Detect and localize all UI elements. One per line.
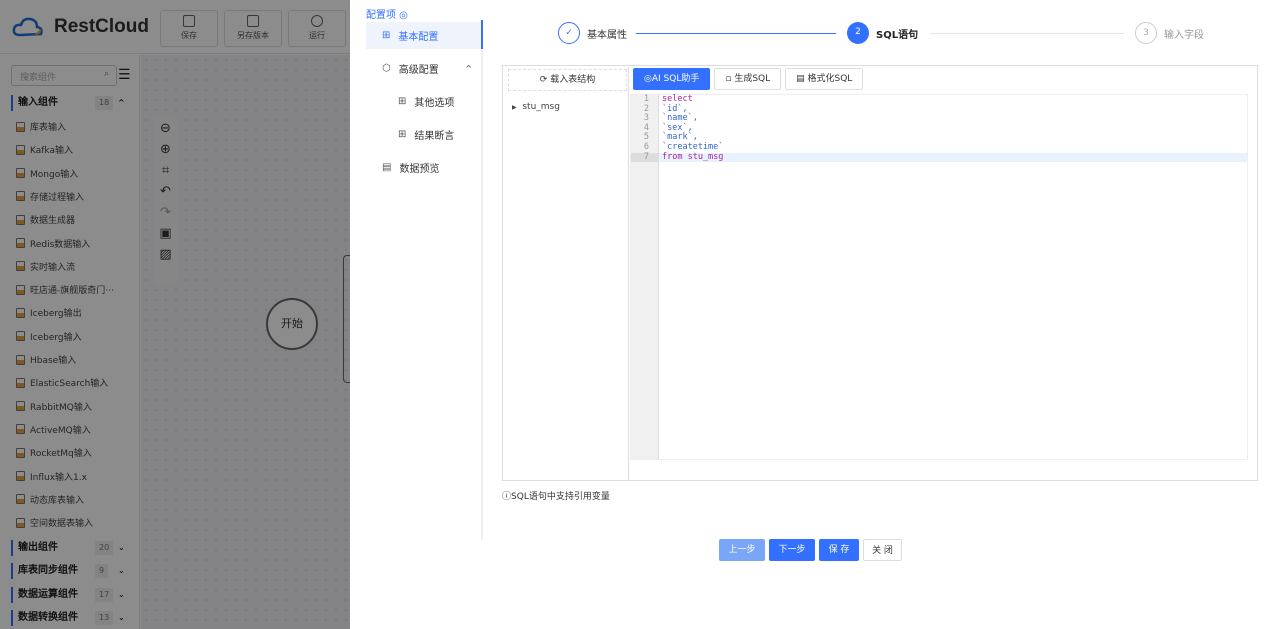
check-icon: ✓ — [558, 22, 580, 44]
footer-actions: 上一步 下一步 保 存 关 闭 — [719, 539, 902, 561]
sql-editor[interactable]: 1234567 select `id`, `name`, `sex`, `mark`, `… — [630, 94, 1248, 460]
prev-button[interactable]: 上一步 — [719, 539, 765, 561]
code-line: select — [662, 94, 693, 104]
close-button[interactable]: 关 闭 — [863, 539, 902, 561]
code-line: `mark`, — [662, 132, 698, 143]
menu-basic-config[interactable]: ⊞ 基本配置 — [366, 22, 482, 49]
code-line: `id`, — [662, 103, 688, 114]
code-line: from stu_msg — [659, 152, 1247, 163]
line-number: 7 — [631, 152, 658, 163]
menu-divider — [481, 20, 483, 540]
save-button[interactable]: 保 存 — [819, 539, 859, 561]
config-title: 配置项 ◎ — [366, 10, 408, 21]
code-line: `name`, — [662, 113, 698, 124]
step-fields[interactable]: 3 输入字段 — [1135, 22, 1204, 44]
next-button[interactable]: 下一步 — [769, 539, 815, 561]
load-table-button[interactable]: ⟳ 载入表结构 — [508, 69, 627, 91]
menu-other-options[interactable]: ⊞ 其他选项 — [366, 88, 482, 115]
step-sql[interactable]: 2 SQL语句 — [847, 22, 918, 44]
table-tree: ⟳ 载入表结构 ▶ stu_msg — [504, 67, 629, 480]
menu-result-assert[interactable]: ⊞ 结果断言 — [366, 121, 482, 148]
grid-icon: ⊞ — [382, 30, 391, 41]
generate-sql-button[interactable]: ▫ 生成SQL — [714, 68, 782, 90]
menu-data-preview[interactable]: ▤ 数据预览 — [366, 154, 482, 181]
code-line: `sex`, — [662, 122, 693, 133]
cube-icon: ⬡ — [382, 63, 391, 74]
sql-toolbar: ◎AI SQL助手 ▫ 生成SQL ▤ 格式化SQL — [633, 68, 864, 90]
tree-node[interactable]: ▶ stu_msg — [512, 102, 560, 112]
step-basic[interactable]: ✓ 基本属性 — [558, 22, 627, 44]
config-menu: ⊞ 基本配置 ⬡ 高级配置 ^ ⊞ 其他选项 ⊞ 结果断言 ▤ 数据预览 — [366, 22, 482, 187]
grid-icon: ⊞ — [398, 96, 407, 107]
chevron-up-icon: ^ — [465, 64, 472, 73]
sql-hint: ⓘSQL语句中支持引用变量 — [502, 492, 610, 502]
preview-icon: ▤ — [382, 162, 392, 173]
format-sql-button[interactable]: ▤ 格式化SQL — [785, 68, 864, 90]
code-line: `createtime` — [662, 141, 724, 152]
line-gutter: 1234567 — [631, 94, 659, 459]
grid-icon: ⊞ — [398, 129, 407, 140]
menu-advanced-config[interactable]: ⬡ 高级配置 ^ — [366, 55, 482, 82]
refresh-icon: ⟳ — [539, 75, 548, 85]
config-drawer: 配置项 ◎ ⊞ 基本配置 ⬡ 高级配置 ^ ⊞ 其他选项 ⊞ 结果断言 ▤ 数据预览 ✓ 基本… — [350, 0, 1267, 629]
caret-right-icon: ▶ — [512, 104, 517, 111]
help-icon: ⓘ — [502, 492, 512, 502]
ai-sql-button[interactable]: ◎AI SQL助手 — [633, 68, 711, 90]
sql-panel: ⟳ 载入表结构 ▶ stu_msg ◎AI SQL助手 ▫ 生成SQL ▤ 格式… — [502, 65, 1258, 481]
steps: ✓ 基本属性 2 SQL语句 3 输入字段 — [558, 22, 1258, 46]
